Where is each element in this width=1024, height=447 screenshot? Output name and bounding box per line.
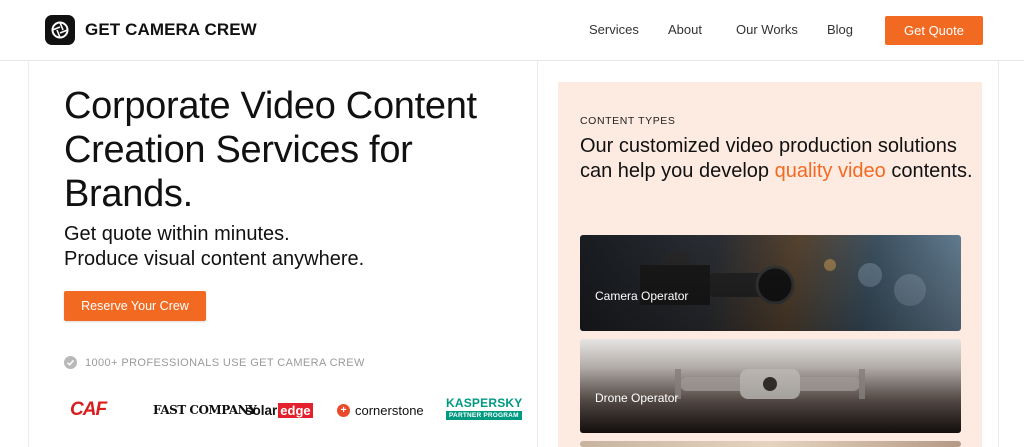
logo-kaspersky-badge: PARTNER PROGRAM (446, 411, 522, 420)
social-proof: 1000+ PROFESSIONALS USE GET CAMERA CREW (64, 356, 365, 369)
card-shade (580, 339, 961, 433)
nav-services[interactable]: Services (589, 22, 639, 37)
verified-check-icon (64, 356, 77, 369)
card-camera-operator[interactable]: Camera Operator (580, 235, 961, 331)
card-label-drone-operator: Drone Operator (595, 391, 679, 405)
hero-subtitle-line-2: Produce visual content anywhere. (64, 248, 365, 270)
right-section-divider (998, 61, 999, 447)
hero-subtitle: Get quote within minutes. Produce visual… (64, 222, 464, 272)
logo-caf: CAF (70, 399, 107, 420)
heading-accent-text: quality video (774, 160, 886, 182)
card-partial[interactable] (580, 441, 961, 447)
logo-solaredge-part-2: edge (278, 402, 313, 418)
heading-text-end: contents. (885, 160, 973, 182)
card-label-camera-operator: Camera Operator (595, 289, 689, 303)
cornerstone-plus-icon: + (337, 403, 350, 417)
get-quote-button[interactable]: Get Quote (885, 16, 983, 45)
nav-our-works[interactable]: Our Works (736, 22, 798, 37)
card-shade (580, 235, 961, 331)
logo-solaredge: solar edge (245, 396, 313, 424)
logo-kaspersky-name: KASPERSKY (446, 396, 523, 410)
logo-cornerstone-text: cornerstone (355, 402, 424, 418)
content-types-eyebrow: CONTENT TYPES (580, 115, 676, 127)
nav-about[interactable]: About (668, 22, 702, 37)
logo-kaspersky: KASPERSKY PARTNER PROGRAM (446, 396, 522, 420)
reserve-crew-button[interactable]: Reserve Your Crew (64, 291, 206, 321)
logo-solaredge-part-1: solar (245, 402, 278, 418)
brand-logo[interactable]: GET CAMERA CREW (45, 15, 257, 45)
card-drone-operator[interactable]: Drone Operator (580, 339, 961, 433)
nav-blog[interactable]: Blog (827, 22, 853, 37)
hero-title: Corporate Video Content Creation Service… (64, 85, 477, 215)
hero-subtitle-line-1: Get quote within minutes. (64, 223, 290, 245)
logo-cornerstone: + cornerstone (337, 396, 424, 424)
brand-name: GET CAMERA CREW (85, 20, 257, 39)
aperture-icon (45, 15, 75, 45)
content-types-heading: Our customized video production solution… (580, 134, 975, 184)
site-header: GET CAMERA CREW Services About Our Works… (0, 0, 1024, 61)
logo-fast-company: FAST COMPANY (153, 403, 257, 417)
social-proof-text: 1000+ PROFESSIONALS USE GET CAMERA CREW (85, 356, 365, 369)
